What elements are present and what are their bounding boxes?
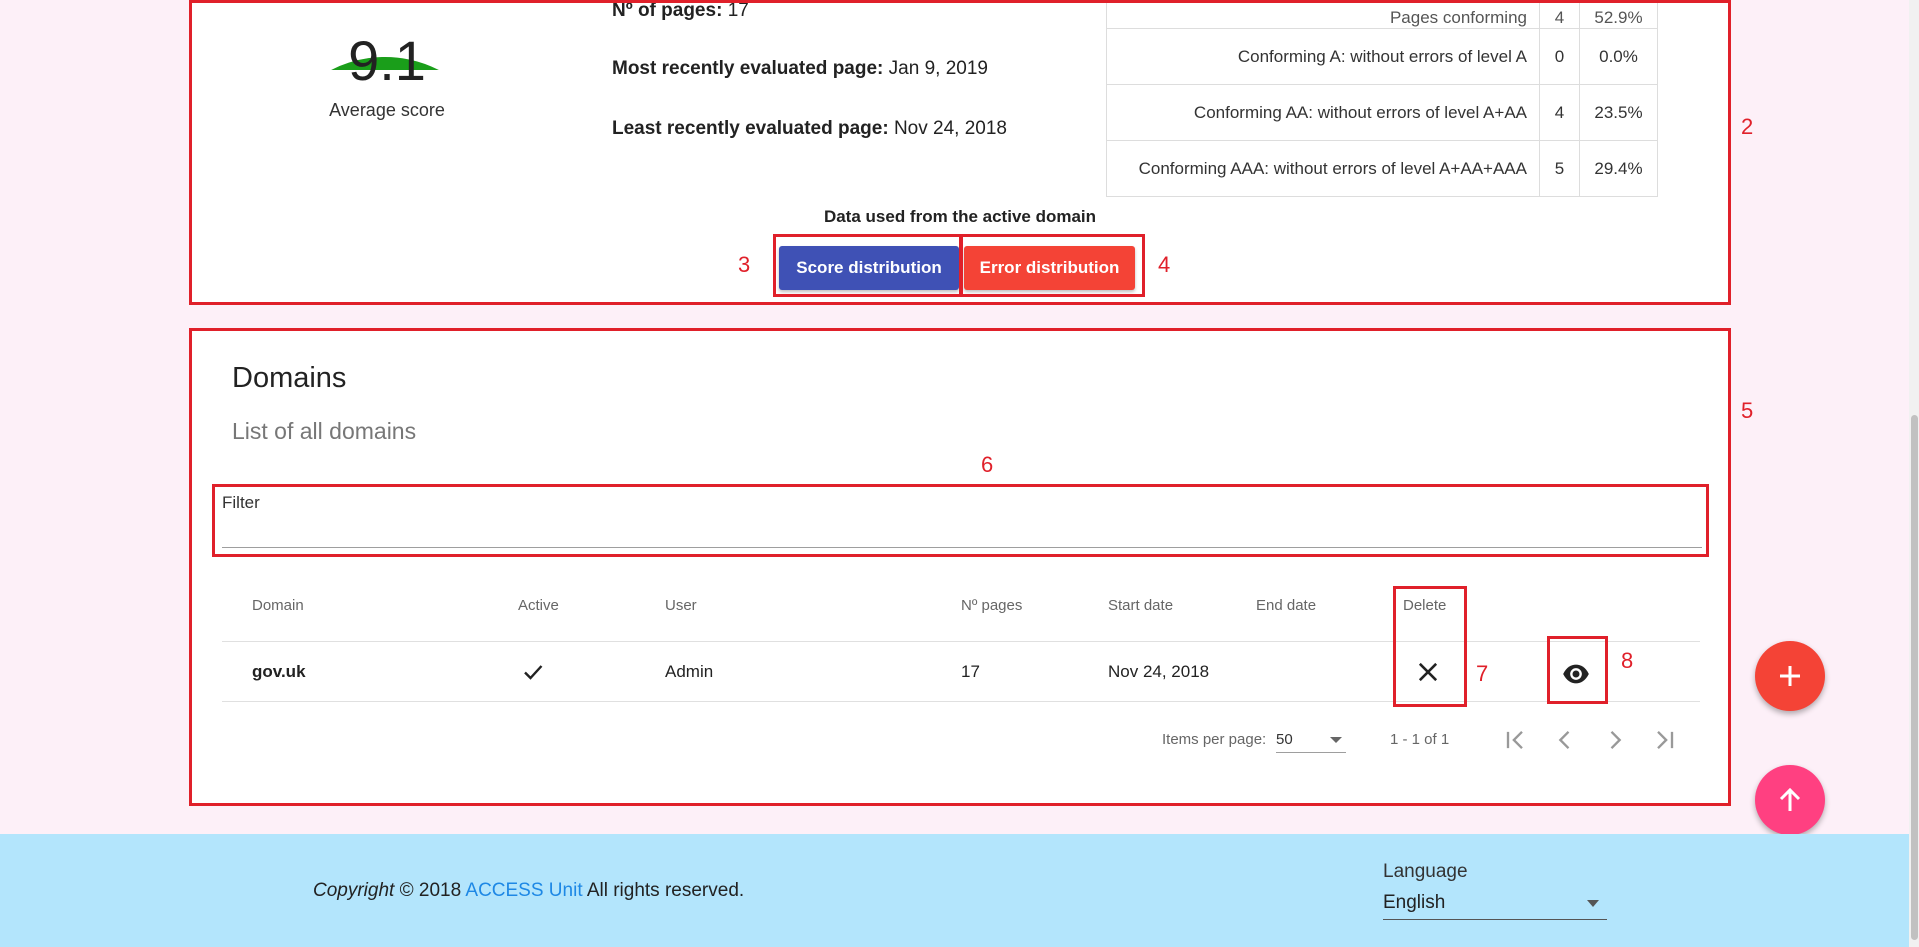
conformance-count: 4	[1539, 84, 1580, 141]
conformance-count: 5	[1539, 140, 1580, 197]
conformance-label: Conforming A: without errors of level A	[1106, 28, 1540, 85]
stat-least-value: Nov 24, 2018	[893, 118, 1007, 139]
average-score-caption: Average score	[329, 100, 445, 120]
next-page-icon[interactable]	[1600, 726, 1630, 754]
conformance-table: Pages conforming 4 52.9% Conforming A: w…	[1106, 0, 1658, 197]
conformance-percent: 23.5%	[1579, 84, 1658, 141]
copyright-year: © 2018	[399, 880, 462, 901]
domains-title: Domains	[232, 362, 347, 394]
filter-input[interactable]	[222, 520, 1702, 548]
cell-domain: gov.uk	[252, 662, 306, 681]
column-header-end-date[interactable]: End date	[1256, 597, 1316, 614]
table-divider	[222, 641, 1700, 642]
chevron-down-icon	[1587, 900, 1599, 907]
average-score-value: 9.1	[348, 29, 426, 92]
domains-subtitle: List of all domains	[232, 418, 417, 444]
annotation-label-6: 6	[981, 452, 994, 477]
conformance-percent: 29.4%	[1579, 140, 1658, 197]
paginator-range: 1 - 1 of 1	[1390, 731, 1450, 748]
stat-least-label: Least recently evaluated page:	[612, 118, 889, 139]
copyright: Copyright © 2018 ACCESS Unit All rights …	[313, 880, 744, 902]
conformance-label: Conforming AA: without errors of level A…	[1106, 84, 1540, 141]
stat-pages-value: 17	[727, 0, 749, 21]
close-icon[interactable]	[1414, 658, 1442, 686]
column-header-domain[interactable]: Domain	[252, 597, 304, 614]
language-value: English	[1383, 892, 1446, 913]
plus-icon	[1780, 666, 1800, 686]
last-page-icon[interactable]	[1650, 726, 1680, 754]
arrow-up-icon	[1779, 787, 1801, 811]
stat-recent-value: Jan 9, 2019	[888, 58, 988, 79]
items-per-page-label: Items per page:	[1162, 731, 1267, 748]
previous-page-icon[interactable]	[1550, 726, 1580, 754]
column-header-user[interactable]: User	[665, 597, 697, 614]
copyright-word: Copyright	[313, 880, 395, 901]
items-per-page-value: 50	[1276, 731, 1293, 748]
score-distribution-button[interactable]: Score distribution	[779, 246, 959, 290]
conformance-label: Conforming AAA: without errors of level …	[1106, 140, 1540, 197]
conformance-count: 4	[1539, 0, 1580, 29]
conformance-row: Pages conforming 4 52.9%	[1106, 0, 1658, 29]
annotation-label-2: 2	[1741, 114, 1754, 139]
column-header-active[interactable]: Active	[518, 597, 559, 614]
check-icon	[524, 665, 543, 680]
column-header-pages[interactable]: Nº pages	[961, 597, 1022, 614]
data-used-caption: Data used from the active domain	[823, 207, 1097, 226]
annotation-label-7: 7	[1476, 661, 1489, 686]
copyright-rights: All rights reserved.	[586, 880, 745, 901]
conformance-row: Conforming AAA: without errors of level …	[1106, 140, 1658, 197]
chevron-down-icon	[1330, 737, 1342, 743]
stat-least: Least recently evaluated page: Nov 24, 2…	[612, 118, 1007, 140]
annotation-label-3: 3	[738, 252, 751, 277]
filter-label: Filter	[222, 493, 260, 512]
annotation-label-4: 4	[1158, 252, 1171, 277]
eye-icon[interactable]	[1560, 660, 1592, 688]
items-per-page-select[interactable]: 50	[1276, 727, 1346, 753]
domains-card	[190, 331, 1730, 803]
conformance-count: 0	[1539, 28, 1580, 85]
stat-pages-label: Nº of pages:	[612, 0, 723, 21]
column-header-delete: Delete	[1403, 597, 1447, 614]
cell-user: Admin	[665, 662, 714, 681]
language-select[interactable]: English	[1383, 888, 1607, 920]
language-label: Language	[1383, 861, 1468, 882]
access-unit-link[interactable]: ACCESS Unit	[465, 880, 582, 901]
cell-start-date: Nov 24, 2018	[1108, 662, 1210, 681]
table-divider	[222, 701, 1700, 702]
footer	[0, 834, 1919, 947]
stat-recent: Most recently evaluated page: Jan 9, 201…	[612, 58, 988, 80]
stat-recent-label: Most recently evaluated page:	[612, 58, 884, 79]
annotation-label-5: 5	[1741, 398, 1754, 423]
annotation-label-8: 8	[1621, 648, 1634, 673]
add-domain-button[interactable]	[1755, 641, 1825, 711]
stat-pages: Nº of pages: 17	[612, 0, 749, 22]
scrollbar-thumb[interactable]	[1911, 415, 1918, 940]
conformance-row: Conforming A: without errors of level A …	[1106, 28, 1658, 85]
column-header-start-date[interactable]: Start date	[1108, 597, 1173, 614]
conformance-percent: 0.0%	[1579, 28, 1658, 85]
conformance-label: Pages conforming	[1106, 0, 1540, 29]
error-distribution-button[interactable]: Error distribution	[964, 246, 1135, 290]
cell-pages: 17	[961, 662, 980, 681]
scroll-to-top-button[interactable]	[1755, 765, 1825, 835]
conformance-row: Conforming AA: without errors of level A…	[1106, 84, 1658, 141]
conformance-percent: 52.9%	[1579, 0, 1658, 29]
first-page-icon[interactable]	[1500, 726, 1530, 754]
